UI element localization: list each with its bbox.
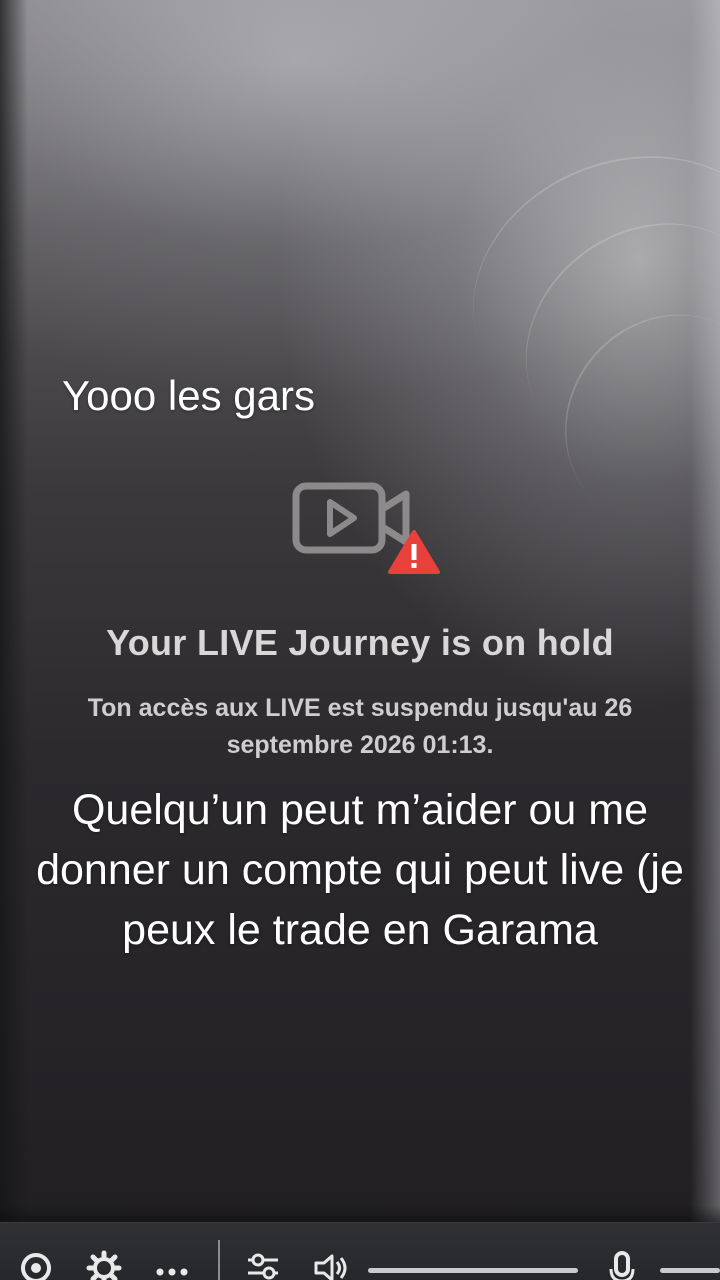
screen-glare	[479, 175, 720, 507]
live-hold-title: Your LIVE Journey is on hold	[106, 622, 614, 663]
microphone-icon[interactable]	[604, 1251, 640, 1280]
settings-icon[interactable]	[86, 1250, 122, 1280]
volume-icon[interactable]	[312, 1252, 350, 1280]
top-caption: Yooo les gars	[62, 372, 315, 419]
volume-slider[interactable]	[368, 1268, 578, 1273]
equalizer-icon[interactable]	[244, 1252, 282, 1280]
main-caption: Quelqu’un peut m’aider ou me donner un c…	[36, 786, 684, 954]
record-icon[interactable]	[18, 1252, 54, 1280]
taskbar-divider	[218, 1240, 220, 1280]
live-suspension-message: Ton accès aux LIVE est suspendu jusqu'au…	[87, 694, 633, 759]
microphone-slider[interactable]	[660, 1268, 720, 1273]
more-icon[interactable]	[154, 1252, 190, 1280]
video-camera-warning-icon	[292, 482, 440, 574]
photo-of-screen: Yooo les gars Your LIVE Journey is on ho…	[0, 0, 720, 1280]
